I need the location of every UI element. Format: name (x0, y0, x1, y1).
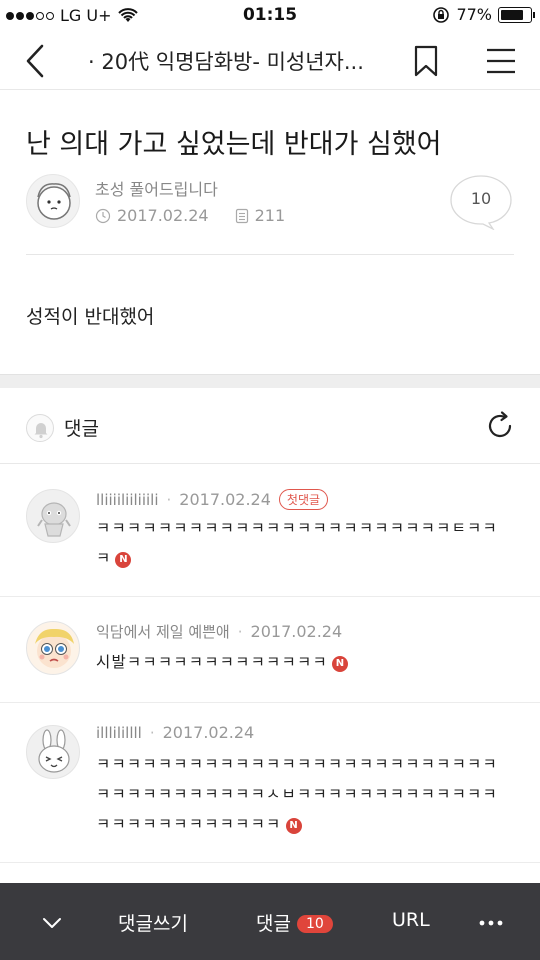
battery-icon (498, 6, 535, 23)
status-bar: LG U+ 01:15 77% (0, 0, 540, 32)
nav-bar: · 20代 익명담화방- 미성년자... (0, 32, 540, 90)
first-comment-badge: 첫댓글 (278, 489, 329, 510)
comments-label: 댓글 (64, 418, 99, 440)
avatar-character-icon (37, 183, 71, 220)
comment-text-wrap: 시발ㅋㅋㅋㅋㅋㅋㅋㅋㅋㅋㅋㅋㅋ N (96, 647, 506, 677)
bookmark-icon[interactable] (410, 44, 442, 78)
nav-title: · 20代 익명담화방- 미성년자... (88, 50, 364, 74)
chevron-down-icon[interactable] (40, 911, 64, 935)
commenter-name[interactable]: lliiiiliiliiili (96, 491, 159, 509)
bottom-toolbar: 댓글쓰기 댓글 10 URL (0, 883, 540, 960)
comment-count-bubble[interactable]: 10 (449, 174, 513, 231)
commenter-avatar[interactable] (26, 489, 80, 543)
hamburger-menu-icon[interactable] (484, 44, 518, 78)
post-title: 난 의대 가고 싶었는데 반대가 심했어 (26, 129, 442, 160)
comment-date: 2017.02.24 (250, 622, 343, 641)
new-badge: N (331, 656, 348, 672)
commenter-name[interactable]: 익담에서 제일 예쁜애 (96, 621, 230, 642)
new-badge: N (285, 818, 302, 834)
commenter-avatar[interactable] (26, 725, 80, 779)
avatar-character-icon (37, 502, 71, 537)
avatar-character-icon (35, 628, 74, 668)
comment-text-wrap: ㅋㅋㅋㅋㅋㅋㅋㅋㅋㅋㅋㅋㅋㅋㅋㅋㅋㅋㅋㅋㅋㅋㅋㅋㅋㅋㅋㅋㅋㅋㅋㅋㅋㅋㅋㅋㅋㅅㅂㅋ… (96, 749, 506, 839)
comment-text: ㅋㅋㅋㅋㅋㅋㅋㅋㅋㅋㅋㅋㅋㅋㅋㅋㅋㅋㅋㅋㅋㅋㅋㅌㅋㅋㅋ (96, 519, 498, 567)
author-name[interactable]: 초성 풀어드립니다 (95, 176, 218, 200)
bell-icon[interactable] (26, 414, 54, 442)
status-right: 77% (432, 5, 535, 24)
comments-button-label: 댓글 (256, 913, 291, 935)
more-options-icon[interactable] (478, 919, 504, 927)
post-divider (26, 254, 514, 255)
comment-item: illlilillll · 2017.02.24 ㅋㅋㅋㅋㅋㅋㅋㅋㅋㅋㅋㅋㅋㅋㅋ… (0, 703, 540, 863)
avatar-bunny-icon (38, 729, 70, 773)
comment-count: 10 (470, 189, 492, 208)
comment-text: 시발ㅋㅋㅋㅋㅋㅋㅋㅋㅋㅋㅋㅋㅋ (96, 653, 328, 671)
post-meta: 2017.02.24 211 (95, 206, 285, 225)
commenter-avatar[interactable] (26, 621, 80, 675)
new-badge: N (115, 552, 132, 568)
comment-item: lliiiiliiliiili · 2017.02.24 첫댓글 ㅋㅋㅋㅋㅋㅋㅋ… (0, 465, 540, 597)
comment-header: illlilillll · 2017.02.24 (96, 723, 255, 742)
comment-header: 익담에서 제일 예쁜애 · 2017.02.24 (96, 621, 343, 642)
comment-item: 익담에서 제일 예쁜애 · 2017.02.24 시발ㅋㅋㅋㅋㅋㅋㅋㅋㅋㅋㅋㅋㅋ… (0, 597, 540, 703)
refresh-icon[interactable] (484, 410, 516, 442)
comment-header: lliiiiliiliiili · 2017.02.24 첫댓글 (96, 489, 329, 510)
write-comment-button[interactable]: 댓글쓰기 (118, 909, 188, 936)
commenter-name[interactable]: illlilillll (96, 724, 142, 742)
url-button[interactable]: URL (392, 909, 430, 931)
section-separator (0, 374, 540, 388)
back-arrow-icon[interactable] (18, 42, 54, 80)
comment-date: 2017.02.24 (162, 723, 255, 742)
clock-icon (95, 208, 111, 223)
comments-count-badge: 10 (296, 915, 333, 933)
post-views: 211 (254, 206, 286, 225)
comments-header: 댓글 (0, 388, 540, 464)
comments-button[interactable]: 댓글 10 (256, 909, 333, 936)
views-document-icon (235, 208, 248, 223)
rotation-lock-icon (433, 6, 450, 23)
post-date: 2017.02.24 (117, 206, 209, 225)
comment-date: 2017.02.24 (179, 490, 271, 509)
author-avatar[interactable] (26, 174, 80, 228)
post-body: 성적이 반대했어 (26, 306, 155, 328)
battery-percent: 77% (456, 5, 492, 24)
comment-text-wrap: ㅋㅋㅋㅋㅋㅋㅋㅋㅋㅋㅋㅋㅋㅋㅋㅋㅋㅋㅋㅋㅋㅋㅋㅌㅋㅋㅋ N (96, 513, 506, 573)
